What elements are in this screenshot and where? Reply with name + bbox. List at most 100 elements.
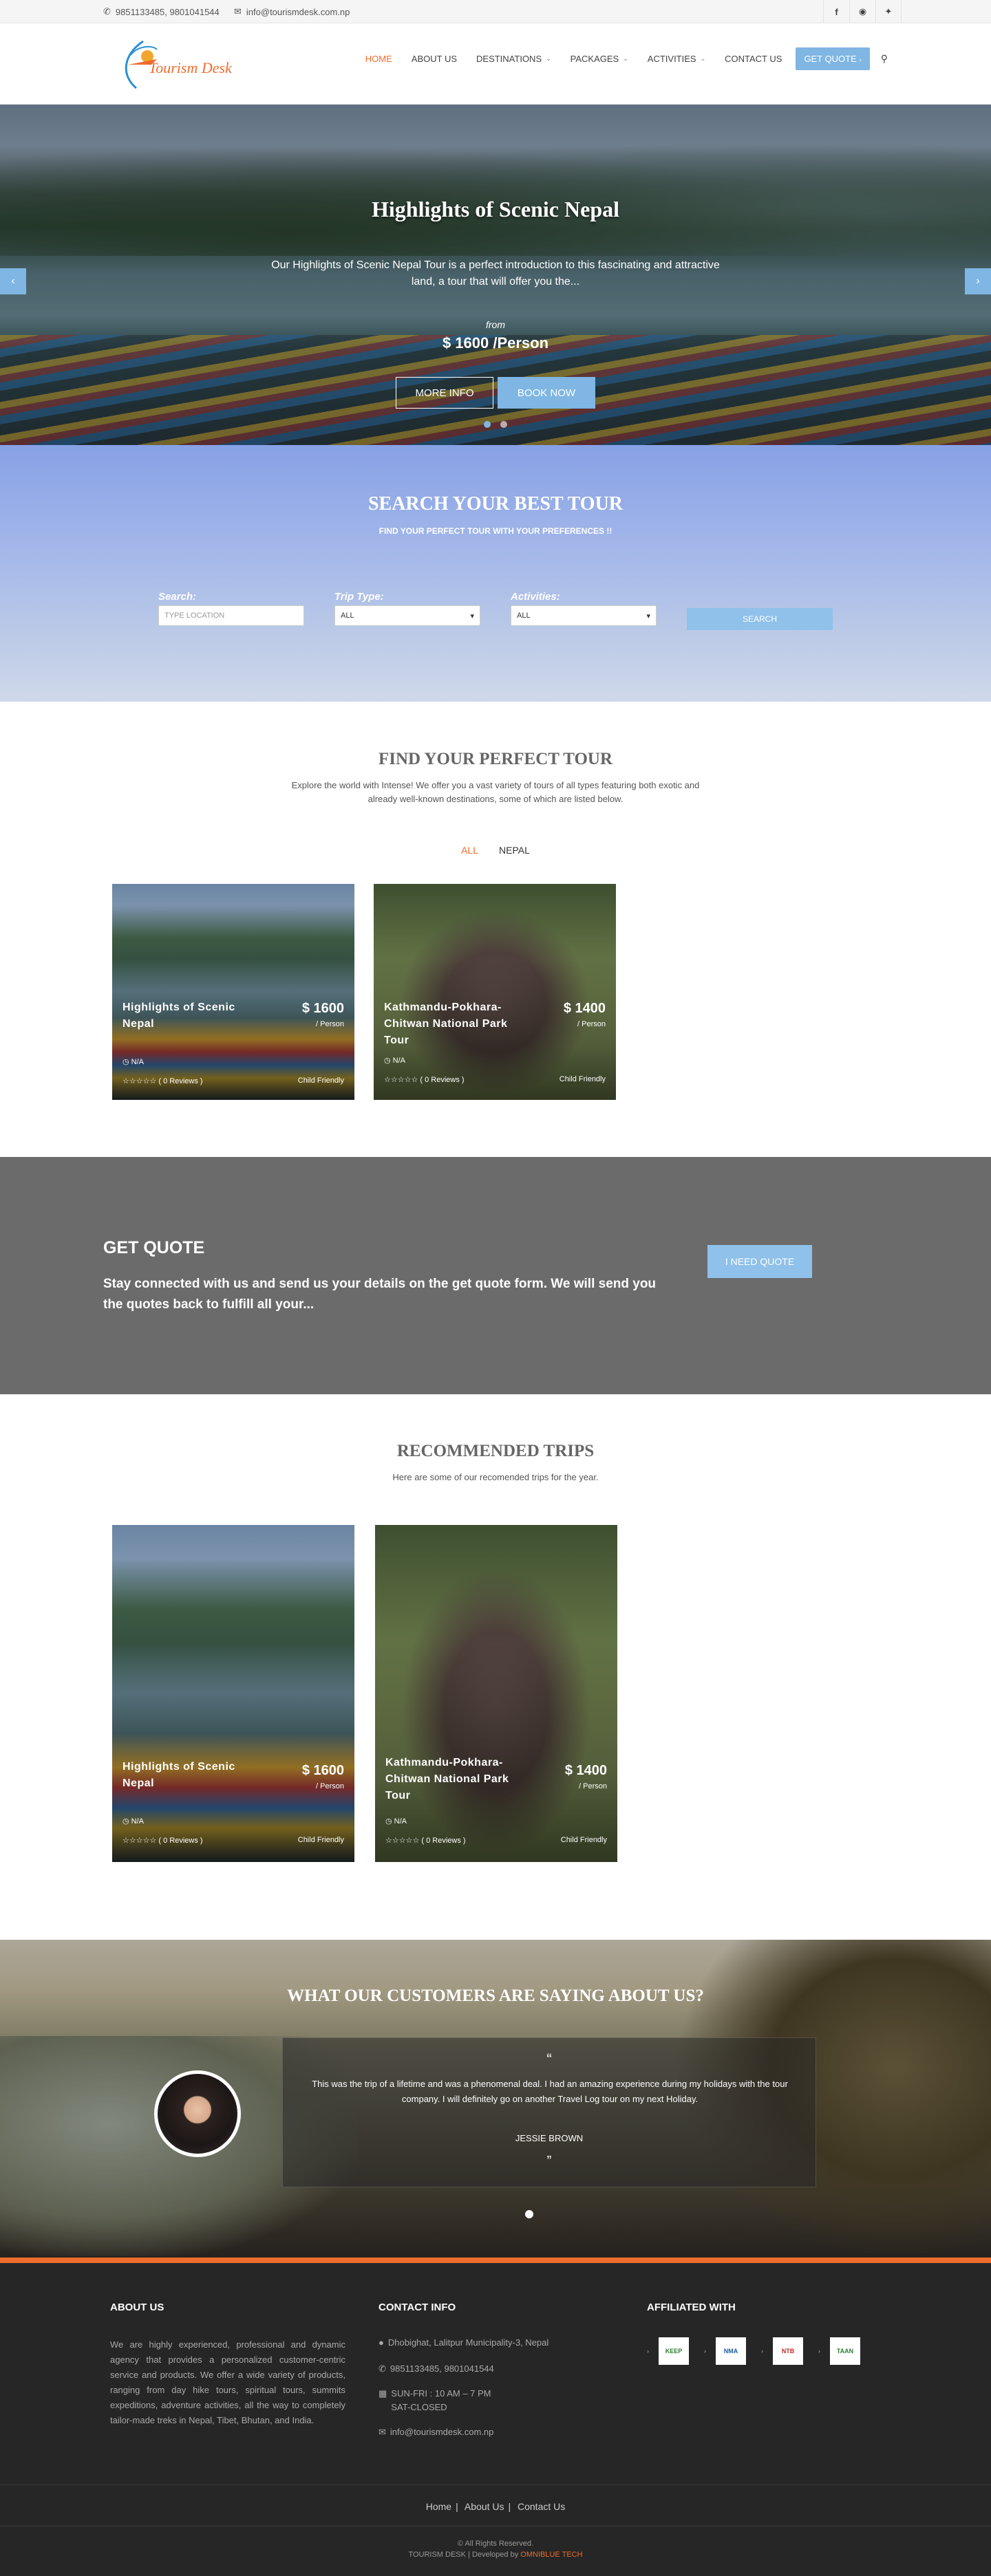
footer-link-home[interactable]: Home (426, 2501, 451, 2512)
avatar (154, 2070, 241, 2157)
activities-label: Activities: (511, 591, 560, 603)
search-section: SEARCH YOUR BEST TOUR FIND YOUR PERFECT … (0, 445, 991, 702)
tour-price-unit: / Person (316, 1782, 344, 1790)
tour-tag: Child Friendly (559, 1075, 606, 1083)
get-quote-button[interactable]: GET QUOTE › (796, 47, 870, 70)
nav-activities[interactable]: ACTIVITIES ⌄ (638, 47, 715, 71)
top-bar: ✆ 9851133485, 9801041544 ✉ info@tourismd… (0, 0, 991, 23)
tour-card[interactable]: Highlights of Scenic Nepal $ 1600 / Pers… (112, 884, 354, 1100)
top-phone: ✆ 9851133485, 9801041544 (103, 6, 220, 17)
search-icon[interactable]: ⚲ (881, 53, 888, 65)
more-info-button[interactable]: MORE INFO (396, 377, 493, 409)
tour-price-unit: / Person (316, 1020, 344, 1028)
chevron-down-icon: ▾ (470, 611, 474, 620)
facebook-icon[interactable]: f (823, 0, 849, 23)
nav-contact[interactable]: CONTACT US (715, 47, 791, 71)
trip-type-label: Trip Type: (334, 591, 384, 603)
activities-select[interactable]: ALL ▾ (511, 605, 657, 626)
site-footer: ABOUT US We are highly experienced, prof… (0, 2263, 991, 2576)
svg-text:Tourism Desk: Tourism Desk (149, 59, 233, 76)
clock-icon: ◷ (122, 1058, 129, 1066)
footer-link-contact[interactable]: Contact Us (518, 2501, 565, 2512)
tour-card[interactable]: Highlights of Scenic Nepal $ 1600 / Pers… (112, 1525, 354, 1862)
next-slide-icon[interactable]: › (965, 268, 991, 294)
search-input[interactable]: TYPE LOCATION (158, 605, 304, 626)
book-now-button[interactable]: BOOK NOW (498, 377, 595, 409)
search-button[interactable]: SEARCH (687, 608, 833, 630)
keep-logo[interactable]: KEEP (659, 2337, 689, 2365)
main-nav: HOME ABOUT US DESTINATIONS ⌄ PACKAGES ⌄ AC… (356, 47, 888, 71)
star-rating-icon: ☆☆☆☆☆ (122, 1077, 157, 1085)
tour-title[interactable]: Highlights of Scenic Nepal (122, 999, 253, 1032)
slider-dot[interactable] (525, 2210, 533, 2218)
chevron-right-icon: › (859, 56, 862, 64)
recommended-title: RECOMMENDED TRIPS (396, 1442, 595, 1460)
envelope-icon: ✉ (234, 6, 242, 17)
tour-tag: Child Friendly (297, 1836, 344, 1844)
footer-links: Home | About Us | Contact Us (425, 2501, 566, 2512)
star-rating-icon: ☆☆☆☆☆ (384, 1076, 418, 1084)
clock-icon: ◷ (384, 1057, 391, 1065)
chevron-right-icon: › (818, 2348, 820, 2355)
testimonial-text: This was the trip of a lifetime and was … (312, 2079, 788, 2104)
nav-packages[interactable]: PACKAGES ⌄ (561, 47, 638, 71)
trip-type-select[interactable]: ALL ▾ (334, 605, 480, 626)
find-title: FIND YOUR PERFECT TOUR (378, 750, 613, 768)
tour-price-unit: / Person (579, 1782, 607, 1790)
tour-rating: ☆☆☆☆☆ ( 0 Reviews ) (122, 1077, 203, 1085)
tour-duration: ◷ N/A (122, 1817, 145, 1826)
hero-from: from (486, 319, 505, 330)
tour-rating: ☆☆☆☆☆ ( 0 Reviews ) (384, 1076, 465, 1084)
nav-about[interactable]: ABOUT US (402, 47, 467, 71)
tour-card[interactable]: Kathmandu-Pokhara-Chitwan National Park … (374, 884, 616, 1100)
clock-icon: ◷ (122, 1817, 129, 1826)
tour-tag: Child Friendly (297, 1076, 344, 1085)
top-email[interactable]: ✉ info@tourismdesk.com.np (234, 6, 350, 17)
nav-home[interactable]: HOME (356, 47, 402, 71)
recommended-description: Here are some of our recomended trips fo… (392, 1472, 599, 1482)
footer-about-text: We are highly experienced, professional … (110, 2339, 345, 2425)
slider-dot[interactable] (500, 421, 507, 428)
tab-all[interactable]: ALL (461, 845, 478, 856)
quote-title: GET QUOTE (103, 1238, 205, 1257)
logo-graphic: Tourism Desk (125, 40, 233, 89)
calendar-icon: ▦ (379, 2388, 387, 2399)
nav-destinations[interactable]: DESTINATIONS ⌄ (467, 47, 561, 71)
footer-affiliated-title: AFFILIATED WITH (647, 2302, 736, 2313)
nma-logo[interactable]: NMA (716, 2337, 746, 2365)
prev-slide-icon[interactable]: ‹ (0, 268, 26, 294)
find-description: Explore the world with Intense! We offer… (291, 780, 700, 804)
testimonial-name: JESSIE BROWN (515, 2133, 584, 2143)
slider-dot[interactable] (484, 421, 491, 428)
testimonial-title: WHAT OUR CUSTOMERS ARE SAYING ABOUT US? (287, 1987, 704, 2005)
star-rating-icon: ☆☆☆☆☆ (122, 1837, 157, 1845)
social-links: f ◉ ✦ (823, 0, 902, 23)
taan-logo[interactable]: TAAN (830, 2337, 860, 2365)
footer-hours: ▦ SUN-FRI : 10 AM – 7 PM SAT-CLOSED (379, 2387, 491, 2414)
chevron-down-icon: ⌄ (546, 55, 551, 62)
slider-dots (0, 421, 991, 428)
tab-nepal[interactable]: NEPAL (499, 845, 530, 856)
footer-link-about[interactable]: About Us (465, 2501, 504, 2512)
i-need-quote-button[interactable]: I NEED QUOTE (707, 1245, 812, 1278)
twitter-icon[interactable]: ✦ (875, 0, 902, 23)
chevron-right-icon: › (704, 2348, 706, 2355)
tour-price: $ 1600 (301, 1763, 344, 1778)
tourism-desk-logo[interactable]: Tourism Desk (116, 34, 243, 94)
search-label: Search: (158, 591, 197, 603)
ntb-logo[interactable]: NTB (773, 2337, 803, 2365)
tour-card[interactable]: Kathmandu-Pokhara-Chitwan National Park … (375, 1525, 617, 1862)
get-quote-section: GET QUOTE Stay connected with us and sen… (0, 1157, 991, 1394)
tour-price: $ 1400 (563, 1001, 606, 1016)
affiliate-logos: › KEEP › NMA › NTB › TAAN (647, 2337, 860, 2365)
hero-slider: Highlights of Scenic Nepal Our Highlight… (0, 105, 991, 445)
tour-price: $ 1600 (301, 1001, 344, 1016)
developer-link[interactable]: OMNIBLUE TECH (520, 2551, 582, 2559)
tour-title[interactable]: Highlights of Scenic Nepal (122, 1759, 253, 1792)
footer-address: ● Dhobighat, Lalitpur Municipality-3, Nep… (379, 2336, 548, 2350)
tour-title[interactable]: Kathmandu-Pokhara-Chitwan National Park … (384, 999, 515, 1049)
footer-email[interactable]: ✉ info@tourismdesk.com.np (379, 2425, 493, 2439)
instagram-icon[interactable]: ◉ (849, 0, 875, 23)
tour-title[interactable]: Kathmandu-Pokhara-Chitwan National Park … (385, 1755, 516, 1804)
testimonial-section: WHAT OUR CUSTOMERS ARE SAYING ABOUT US? … (0, 1940, 991, 2258)
